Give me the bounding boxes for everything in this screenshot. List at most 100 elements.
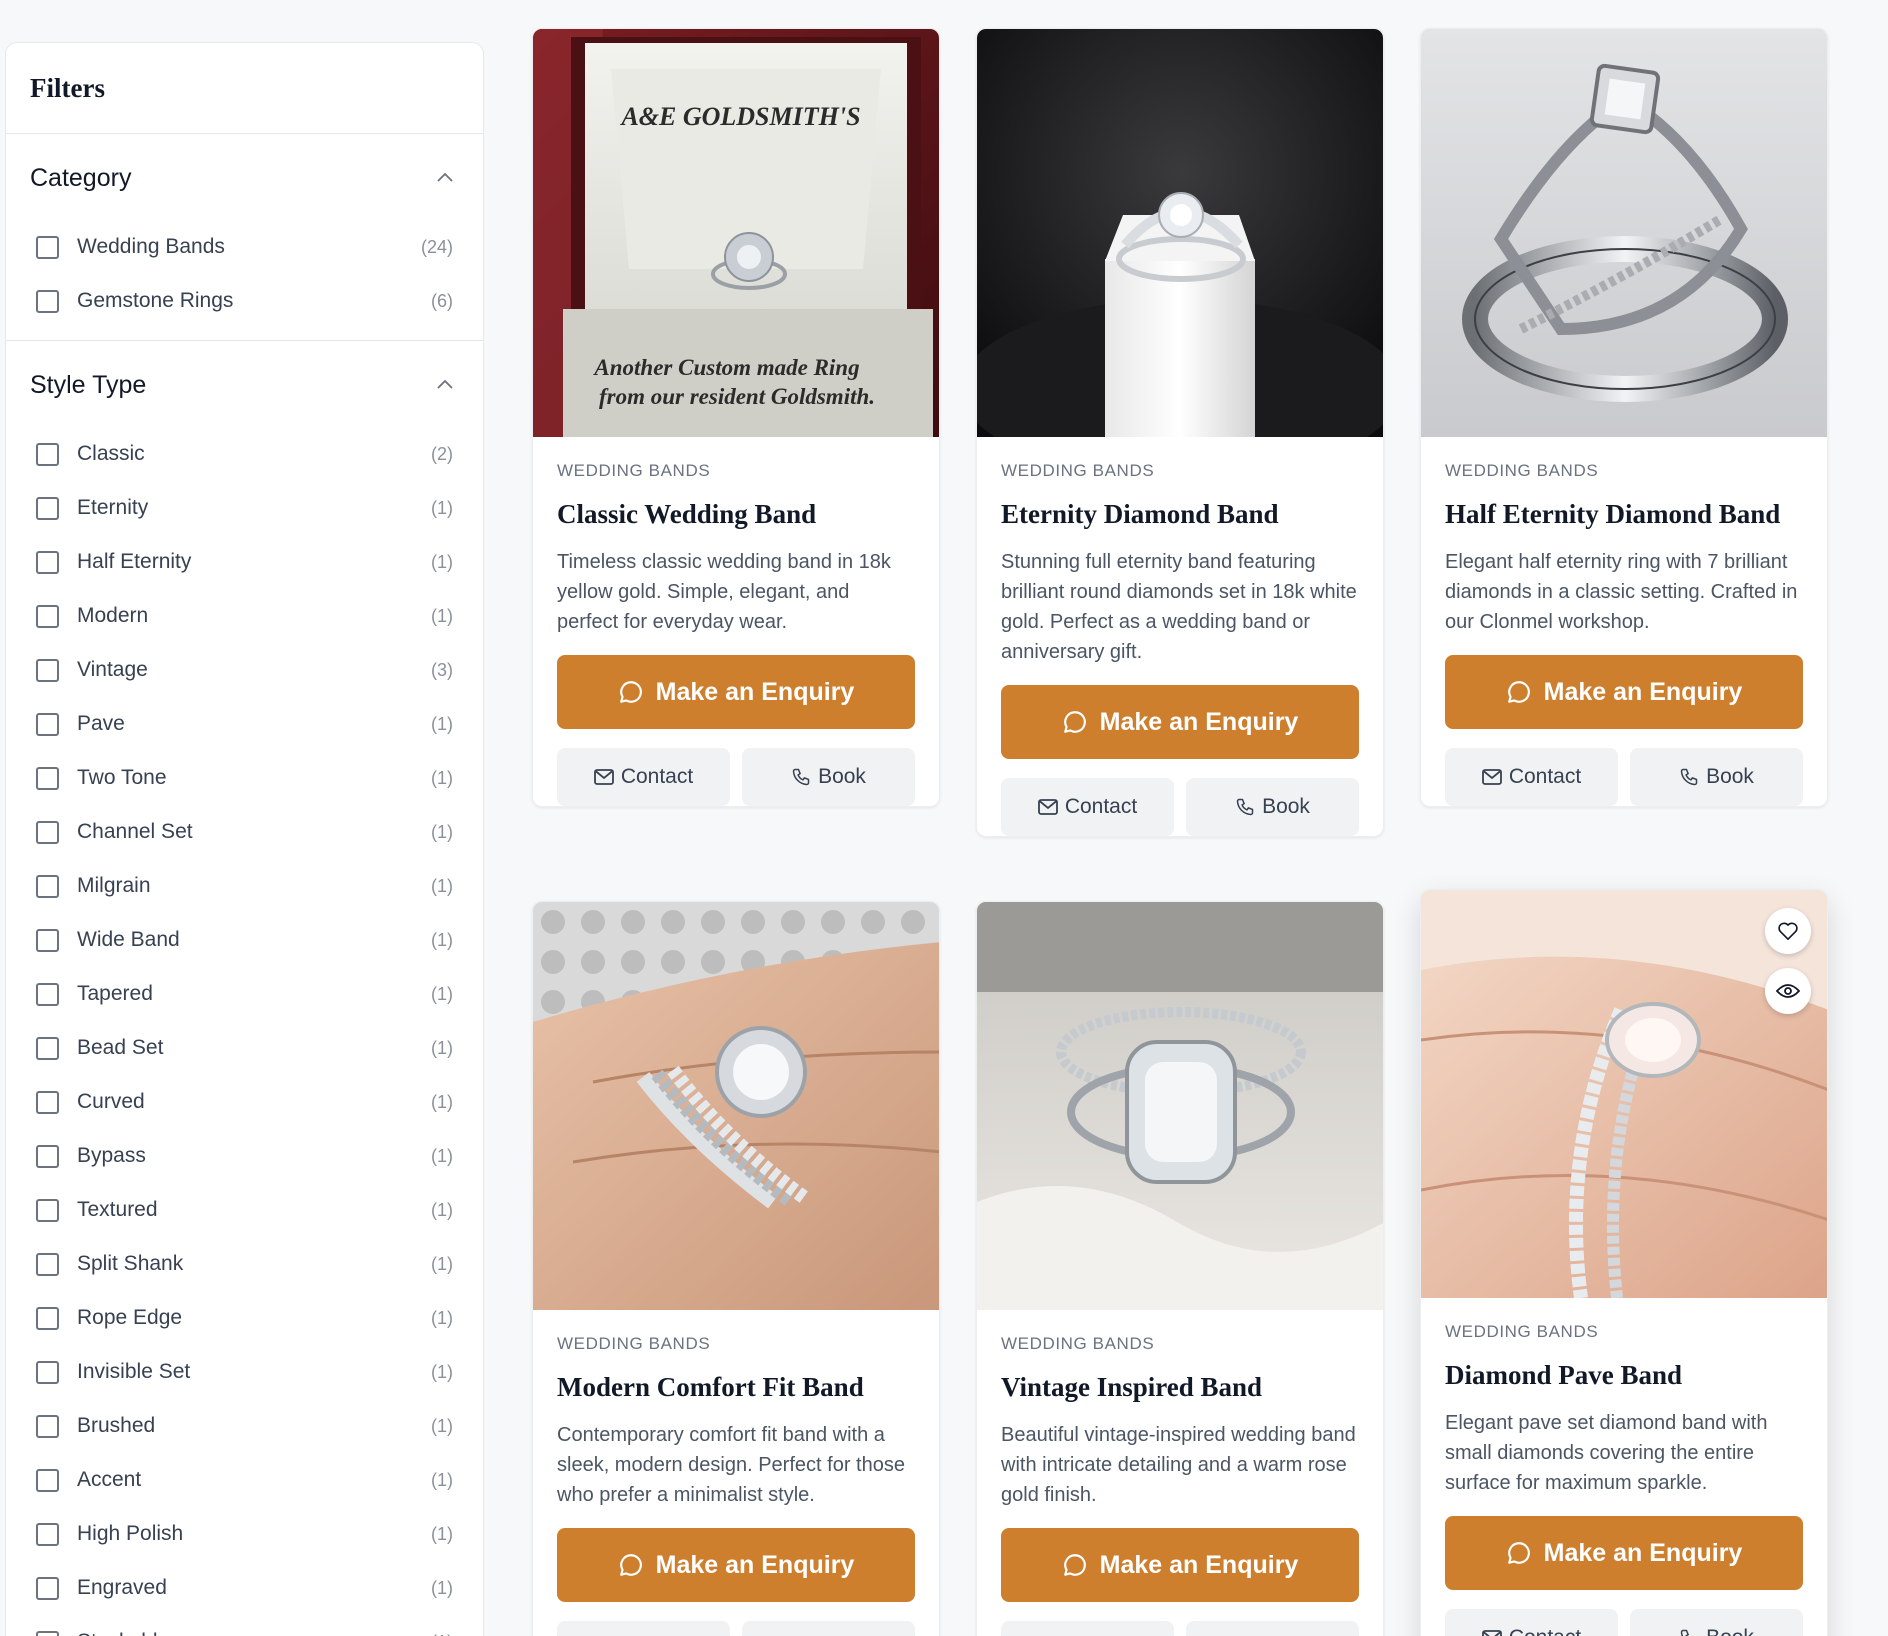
checkbox[interactable] bbox=[36, 1036, 59, 1060]
product-name[interactable]: Modern Comfort Fit Band bbox=[557, 1372, 915, 1403]
make-enquiry-button[interactable]: Make an Enquiry bbox=[1001, 685, 1359, 759]
filter-option-modern[interactable]: Modern (1) bbox=[6, 589, 483, 643]
product-card[interactable]: A&E GOLDSMITH'S Another Custom made Ring… bbox=[532, 28, 940, 807]
checkbox[interactable] bbox=[36, 496, 59, 520]
checkbox[interactable] bbox=[36, 874, 59, 898]
filter-option-accent[interactable]: Accent (1) bbox=[6, 1453, 483, 1507]
filter-option-brushed[interactable]: Brushed (1) bbox=[6, 1399, 483, 1453]
checkbox[interactable] bbox=[36, 1522, 59, 1546]
filter-option-milgrain[interactable]: Milgrain (1) bbox=[6, 859, 483, 913]
filter-option-pave[interactable]: Pave (1) bbox=[6, 697, 483, 751]
filter-option-rope-edge[interactable]: Rope Edge (1) bbox=[6, 1291, 483, 1345]
checkbox[interactable] bbox=[36, 1468, 59, 1492]
product-image[interactable] bbox=[1421, 29, 1827, 437]
filter-option-stackable[interactable]: Stackable (1) bbox=[6, 1615, 483, 1636]
filter-option-count: (1) bbox=[431, 1037, 453, 1058]
checkbox[interactable] bbox=[36, 1144, 59, 1168]
book-button[interactable]: Book bbox=[1186, 1621, 1359, 1636]
category-filter-heading: Category bbox=[30, 164, 132, 192]
filter-option-wedding-bands[interactable]: Wedding Bands (24) bbox=[6, 220, 483, 274]
filter-option-curved[interactable]: Curved (1) bbox=[6, 1075, 483, 1129]
book-button[interactable]: Book bbox=[742, 748, 915, 806]
product-description: Beautiful vintage-inspired wedding band … bbox=[1001, 1424, 1356, 1506]
checkbox[interactable] bbox=[36, 289, 59, 313]
product-image[interactable] bbox=[977, 29, 1383, 437]
contact-button[interactable]: Contact bbox=[1445, 748, 1618, 806]
checkbox[interactable] bbox=[36, 235, 59, 259]
filter-option-count: (1) bbox=[431, 1091, 453, 1112]
filter-option-bead-set[interactable]: Bead Set (1) bbox=[6, 1021, 483, 1075]
filter-option-wide-band[interactable]: Wide Band (1) bbox=[6, 913, 483, 967]
product-name[interactable]: Eternity Diamond Band bbox=[1001, 499, 1359, 530]
make-enquiry-button[interactable]: Make an Enquiry bbox=[557, 655, 915, 729]
filter-option-two-tone[interactable]: Two Tone (1) bbox=[6, 751, 483, 805]
filter-option-invisible-set[interactable]: Invisible Set (1) bbox=[6, 1345, 483, 1399]
filter-option-count: (1) bbox=[431, 1469, 453, 1490]
checkbox[interactable] bbox=[36, 604, 59, 628]
book-button[interactable]: Book bbox=[1630, 748, 1803, 806]
product-card[interactable]: Wedding Bands Vintage Inspired Band Beau… bbox=[976, 901, 1384, 1636]
product-card[interactable]: Wedding Bands Diamond Pave Band Elegant … bbox=[1420, 889, 1828, 1636]
product-card[interactable]: Wedding Bands Modern Comfort Fit Band Co… bbox=[532, 901, 940, 1636]
contact-button[interactable]: Contact bbox=[557, 748, 730, 806]
product-image[interactable]: A&E GOLDSMITH'S Another Custom made Ring… bbox=[533, 29, 939, 437]
make-enquiry-button[interactable]: Make an Enquiry bbox=[1445, 1516, 1803, 1590]
checkbox[interactable] bbox=[36, 712, 59, 736]
make-enquiry-button[interactable]: Make an Enquiry bbox=[1445, 655, 1803, 729]
contact-button[interactable]: Contact bbox=[1001, 778, 1174, 836]
checkbox[interactable] bbox=[36, 550, 59, 574]
filter-option-eternity[interactable]: Eternity (1) bbox=[6, 481, 483, 535]
product-card[interactable]: Wedding Bands Eternity Diamond Band Stun… bbox=[976, 28, 1384, 837]
filter-option-engraved[interactable]: Engraved (1) bbox=[6, 1561, 483, 1615]
filter-option-textured[interactable]: Textured (1) bbox=[6, 1183, 483, 1237]
filter-option-split-shank[interactable]: Split Shank (1) bbox=[6, 1237, 483, 1291]
contact-button[interactable]: Contact bbox=[557, 1621, 730, 1636]
wishlist-button[interactable] bbox=[1765, 908, 1811, 954]
quick-view-button[interactable] bbox=[1765, 968, 1811, 1014]
filter-option-gemstone-rings[interactable]: Gemstone Rings (6) bbox=[6, 274, 483, 328]
filter-option-vintage[interactable]: Vintage (3) bbox=[6, 643, 483, 697]
product-name[interactable]: Vintage Inspired Band bbox=[1001, 1372, 1359, 1403]
checkbox[interactable] bbox=[36, 766, 59, 790]
checkbox[interactable] bbox=[36, 1630, 59, 1636]
make-enquiry-button[interactable]: Make an Enquiry bbox=[557, 1528, 915, 1602]
checkbox[interactable] bbox=[36, 1414, 59, 1438]
checkbox[interactable] bbox=[36, 1252, 59, 1276]
book-button[interactable]: Book bbox=[1630, 1609, 1803, 1636]
style-type-filter-header[interactable]: Style Type bbox=[6, 341, 483, 427]
filter-option-count: (1) bbox=[431, 875, 453, 896]
filter-option-bypass[interactable]: Bypass (1) bbox=[6, 1129, 483, 1183]
product-name[interactable]: Classic Wedding Band bbox=[557, 499, 915, 530]
product-category: Wedding Bands bbox=[1445, 461, 1599, 480]
product-image[interactable] bbox=[1421, 890, 1827, 1298]
product-image[interactable] bbox=[977, 902, 1383, 1310]
product-image[interactable] bbox=[533, 902, 939, 1310]
checkbox[interactable] bbox=[36, 658, 59, 682]
checkbox[interactable] bbox=[36, 928, 59, 952]
checkbox[interactable] bbox=[36, 982, 59, 1006]
checkbox[interactable] bbox=[36, 1198, 59, 1222]
book-button[interactable]: Book bbox=[1186, 778, 1359, 836]
filter-option-channel-set[interactable]: Channel Set (1) bbox=[6, 805, 483, 859]
checkbox[interactable] bbox=[36, 820, 59, 844]
checkbox[interactable] bbox=[36, 1360, 59, 1384]
filter-option-classic[interactable]: Classic (2) bbox=[6, 427, 483, 481]
product-card[interactable]: Wedding Bands Half Eternity Diamond Band… bbox=[1420, 28, 1828, 807]
filter-option-label: Eternity bbox=[77, 496, 149, 519]
product-name[interactable]: Diamond Pave Band bbox=[1445, 1360, 1803, 1391]
checkbox[interactable] bbox=[36, 1576, 59, 1600]
filter-option-high-polish[interactable]: High Polish (1) bbox=[6, 1507, 483, 1561]
product-name[interactable]: Half Eternity Diamond Band bbox=[1445, 499, 1803, 530]
contact-button[interactable]: Contact bbox=[1445, 1609, 1618, 1636]
checkbox[interactable] bbox=[36, 1306, 59, 1330]
checkbox[interactable] bbox=[36, 442, 59, 466]
book-button[interactable]: Book bbox=[742, 1621, 915, 1636]
contact-button[interactable]: Contact bbox=[1001, 1621, 1174, 1636]
checkbox[interactable] bbox=[36, 1090, 59, 1114]
category-filter-header[interactable]: Category bbox=[6, 134, 483, 220]
make-enquiry-button[interactable]: Make an Enquiry bbox=[1001, 1528, 1359, 1602]
filter-option-count: (1) bbox=[431, 929, 453, 950]
filter-option-tapered[interactable]: Tapered (1) bbox=[6, 967, 483, 1021]
filter-option-count: (1) bbox=[431, 605, 453, 626]
filter-option-half-eternity[interactable]: Half Eternity (1) bbox=[6, 535, 483, 589]
